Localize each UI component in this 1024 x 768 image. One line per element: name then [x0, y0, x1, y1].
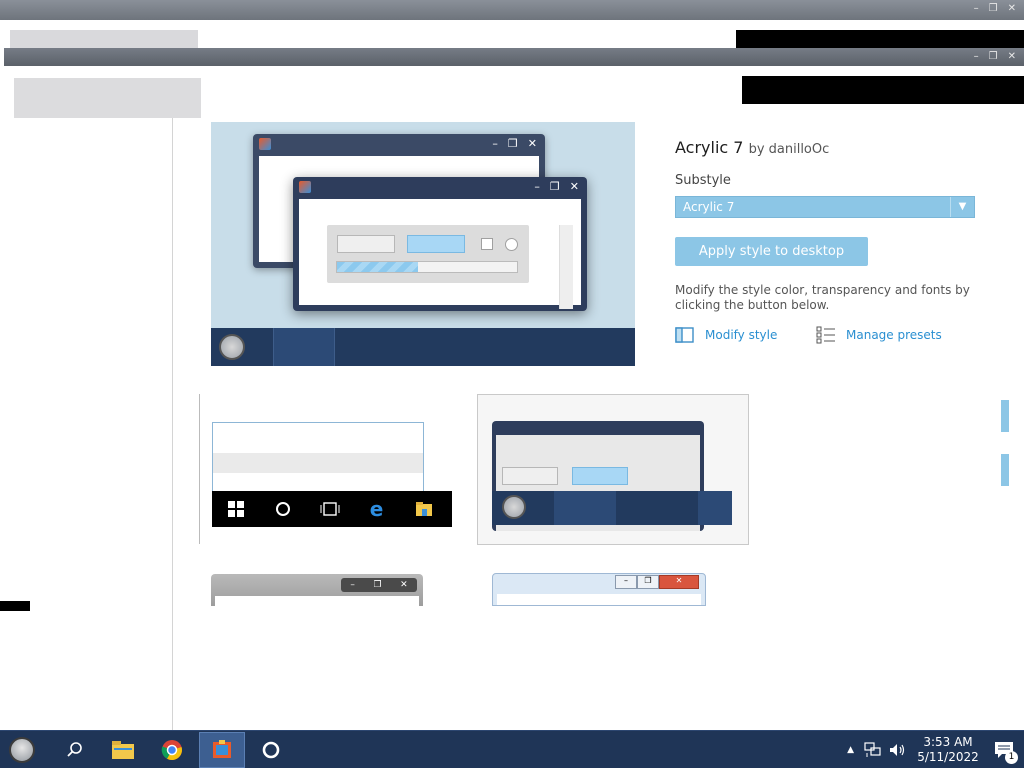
- close-icon: ✕: [659, 575, 699, 589]
- thumb-window: – ❐ ✕: [211, 574, 423, 606]
- maximize-icon: ❐: [549, 180, 560, 193]
- style-author: by danilloOc: [748, 142, 830, 157]
- thumb-window: – ❐ ✕: [492, 573, 706, 606]
- minimize-icon: –: [492, 137, 498, 150]
- preview-button: [337, 235, 395, 253]
- app-icon: [299, 181, 311, 193]
- style-name: Acrylic 7: [675, 138, 744, 157]
- modify-style-link[interactable]: Modify style: [675, 326, 777, 344]
- substyle-label: Substyle: [675, 173, 731, 188]
- cortana-button[interactable]: [248, 732, 294, 768]
- network-icon[interactable]: [864, 742, 882, 758]
- manage-presets-label: Manage presets: [846, 328, 942, 342]
- scrollbar-thumb[interactable]: [1001, 400, 1009, 432]
- preview-scrollbar: [559, 225, 573, 309]
- search-icon: [67, 742, 82, 757]
- style-thumbnail[interactable]: e: [199, 394, 457, 544]
- edge-icon: e: [369, 497, 384, 521]
- cortana-icon: [262, 741, 280, 759]
- restore-icon[interactable]: ❐: [989, 3, 998, 14]
- volume-icon[interactable]: [888, 742, 906, 758]
- style-title: Acrylic 7 by danilloOc: [675, 138, 829, 157]
- preview-controls-panel: [327, 225, 529, 283]
- redacted-area: [0, 601, 30, 611]
- preview-radio: [505, 238, 518, 251]
- clock-time: 3:53 AM: [923, 735, 973, 749]
- chevron-down-icon[interactable]: ▼: [950, 197, 974, 217]
- style-thumbnail[interactable]: – ❐ ✕: [199, 568, 429, 606]
- close-icon: ✕: [527, 137, 537, 150]
- start-orb-icon: [219, 334, 245, 360]
- minimize-icon: –: [615, 575, 637, 589]
- start-button[interactable]: [6, 735, 38, 765]
- close-icon: ✕: [569, 180, 579, 193]
- manage-presets-link[interactable]: Manage presets: [816, 326, 942, 344]
- task-view-icon: [306, 491, 353, 527]
- redacted-area: [742, 76, 1024, 104]
- list-icon: [816, 326, 835, 344]
- preview-checkbox: [481, 238, 493, 250]
- preview-taskbar: [211, 328, 635, 366]
- redacted-area: [736, 30, 1024, 48]
- minimize-icon[interactable]: –: [974, 3, 979, 14]
- close-icon[interactable]: ✕: [1008, 51, 1016, 62]
- system-tray: ▲ 3:53 AM 5/11/2022 1: [837, 731, 1024, 768]
- taskbar: ▲ 3:53 AM 5/11/2022 1: [0, 730, 1024, 768]
- start-orb-icon: [502, 495, 526, 519]
- notification-badge: 1: [1005, 751, 1018, 764]
- preview-progressbar: [336, 261, 518, 273]
- clock-date: 5/11/2022: [917, 750, 979, 764]
- file-explorer-icon: [112, 741, 134, 759]
- substyle-dropdown[interactable]: Acrylic 7 ▼: [675, 196, 975, 218]
- preview-button-default: [407, 235, 465, 253]
- start-orb-icon: [9, 737, 35, 763]
- sidebar-divider: [172, 118, 173, 730]
- maximize-icon: ❐: [637, 575, 659, 589]
- close-icon: ✕: [400, 580, 408, 590]
- preview-window-front: – ❐ ✕: [293, 177, 587, 311]
- maximize-icon: ❐: [373, 580, 382, 590]
- stardock-app-icon: [213, 740, 231, 758]
- chrome-button[interactable]: [149, 732, 195, 768]
- minimize-icon: –: [534, 180, 540, 193]
- window-titlebar[interactable]: – ❐ ✕: [4, 48, 1024, 66]
- redacted-area: [10, 30, 198, 48]
- restore-icon[interactable]: ❐: [989, 51, 998, 62]
- file-explorer-icon: [400, 491, 447, 527]
- clock[interactable]: 3:53 AM 5/11/2022: [912, 735, 984, 765]
- action-center-button[interactable]: 1: [984, 731, 1024, 768]
- style-thumbnail-selected[interactable]: [477, 394, 749, 545]
- thumb-taskbar: [492, 491, 732, 525]
- apply-style-button[interactable]: Apply style to desktop: [675, 237, 868, 266]
- sidebar-header: [14, 78, 201, 118]
- stardock-app-button[interactable]: [199, 732, 245, 768]
- scrollbar-thumb[interactable]: [1001, 454, 1009, 486]
- windows10-taskbar-preview: e: [212, 491, 452, 527]
- file-explorer-button[interactable]: [100, 732, 146, 768]
- minimize-icon[interactable]: –: [974, 51, 979, 62]
- minimize-icon: –: [350, 580, 355, 590]
- app-icon: [259, 138, 271, 150]
- style-preview: – ❐ ✕ – ❐ ✕: [211, 122, 635, 366]
- show-hidden-icons-chevron[interactable]: ▲: [837, 745, 864, 755]
- cortana-icon: [259, 491, 306, 527]
- chrome-icon: [161, 740, 182, 761]
- style-thumbnail[interactable]: – ❐ ✕: [492, 571, 708, 606]
- close-icon[interactable]: ✕: [1008, 3, 1016, 14]
- modify-description: Modify the style color, transparency and…: [675, 283, 970, 312]
- modify-style-label: Modify style: [705, 328, 778, 342]
- background-window-titlebar[interactable]: – ❐ ✕: [0, 0, 1024, 20]
- preview-taskbar-item: [273, 328, 335, 366]
- modify-style-icon: [675, 327, 694, 343]
- maximize-icon: ❐: [507, 137, 518, 150]
- progress-fill: [337, 262, 418, 272]
- search-button[interactable]: [52, 732, 98, 768]
- thumb-window: [212, 422, 424, 502]
- substyle-value: Acrylic 7: [683, 200, 735, 214]
- windowblinds-window: – ❐ ✕ – ❐ ✕ – ❐ ✕ Acrylic 7 by danilloOc…: [0, 48, 1024, 730]
- windows-logo-icon: [212, 491, 259, 527]
